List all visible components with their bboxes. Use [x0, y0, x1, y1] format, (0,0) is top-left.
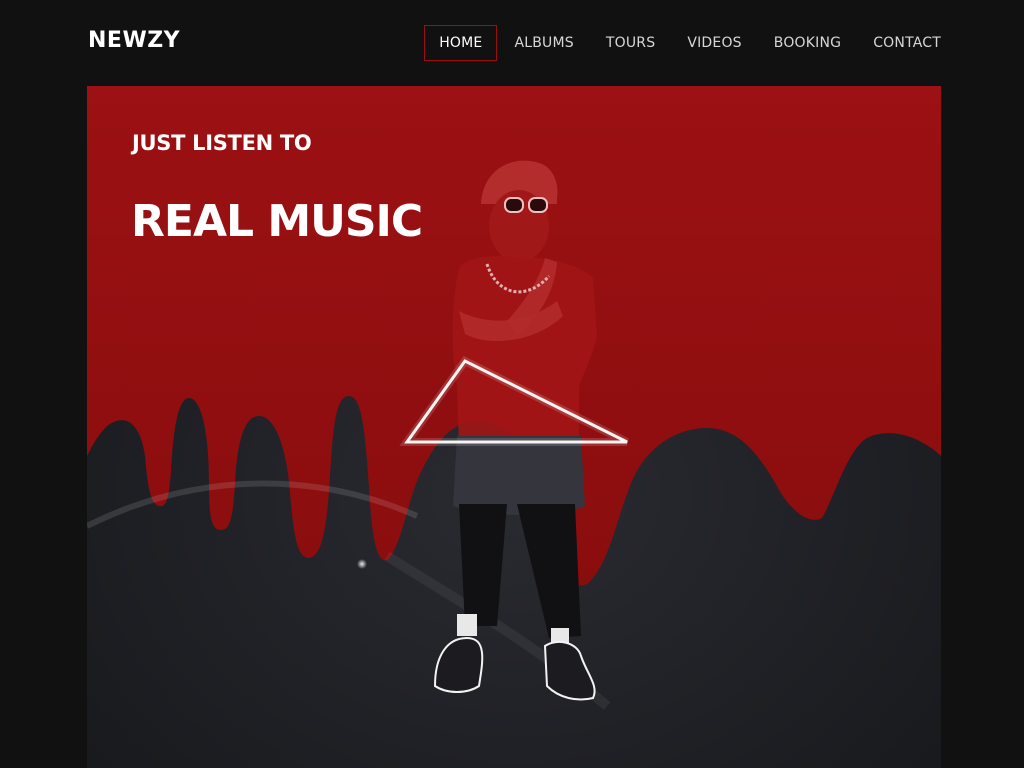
nav-albums[interactable]: ALBUMS: [499, 25, 588, 61]
sparkle: [357, 559, 367, 569]
nav-home[interactable]: HOME: [424, 25, 498, 61]
hero-artwork: [87, 86, 941, 768]
nav-videos[interactable]: VIDEOS: [672, 25, 756, 61]
hero-banner: JUST LISTEN TO REAL MUSIC: [87, 86, 941, 768]
hero-title: REAL MUSIC: [131, 196, 423, 247]
page: NEWZY HOME ALBUMS TOURS VIDEOS BOOKING C…: [0, 0, 1024, 768]
site-logo[interactable]: NEWZY: [88, 28, 180, 53]
hero-kicker: JUST LISTEN TO: [132, 131, 312, 155]
main-nav: HOME ALBUMS TOURS VIDEOS BOOKING CONTACT: [422, 25, 942, 61]
nav-tours[interactable]: TOURS: [591, 25, 670, 61]
nav-booking[interactable]: BOOKING: [759, 25, 856, 61]
nav-contact[interactable]: CONTACT: [858, 25, 942, 61]
